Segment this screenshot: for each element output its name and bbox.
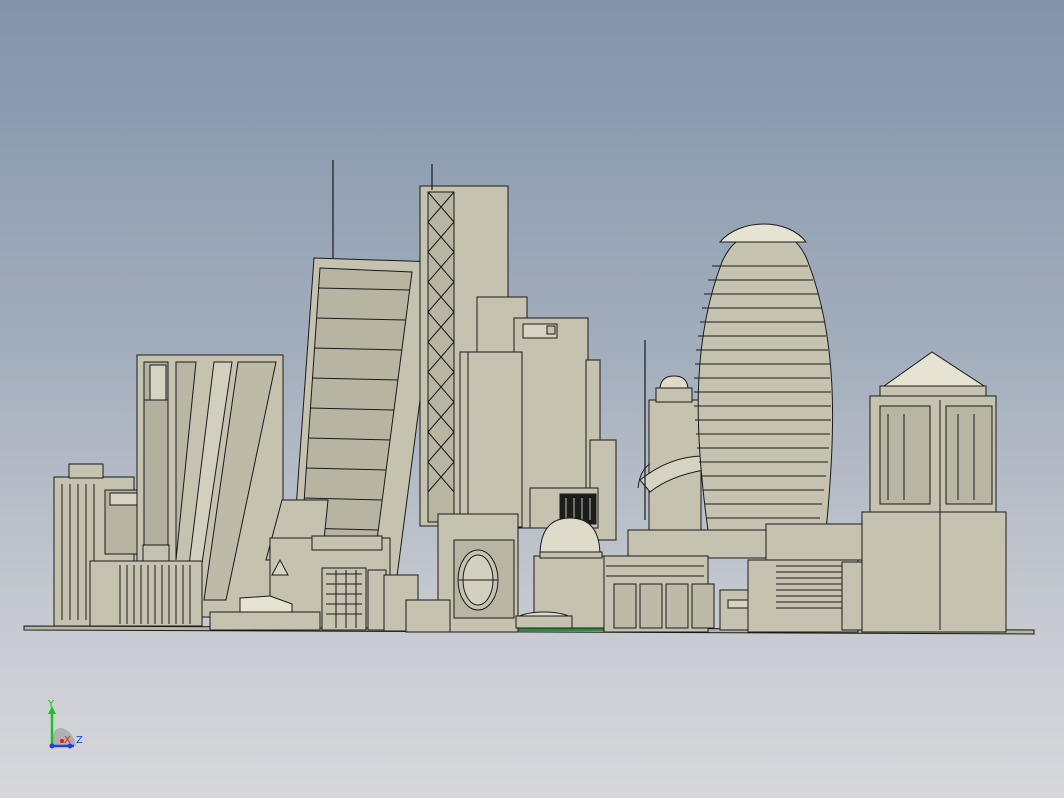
graphics-viewport[interactable]: Y X Z	[0, 0, 1064, 798]
spiral-helix-tower	[637, 340, 705, 531]
pyramid-top-tower	[861, 351, 1007, 633]
axis-x-label: X	[64, 735, 71, 746]
city-skyline-3d-model[interactable]	[0, 0, 1064, 798]
gherkin-tower	[694, 223, 834, 531]
portal-building	[405, 513, 519, 633]
coordinate-triad-icon: Y X Z	[40, 696, 100, 756]
axis-z-label: Z	[76, 735, 83, 746]
podium-buildings	[603, 523, 889, 633]
axis-y-label: Y	[48, 699, 55, 710]
observatory-dome-building	[515, 517, 609, 629]
